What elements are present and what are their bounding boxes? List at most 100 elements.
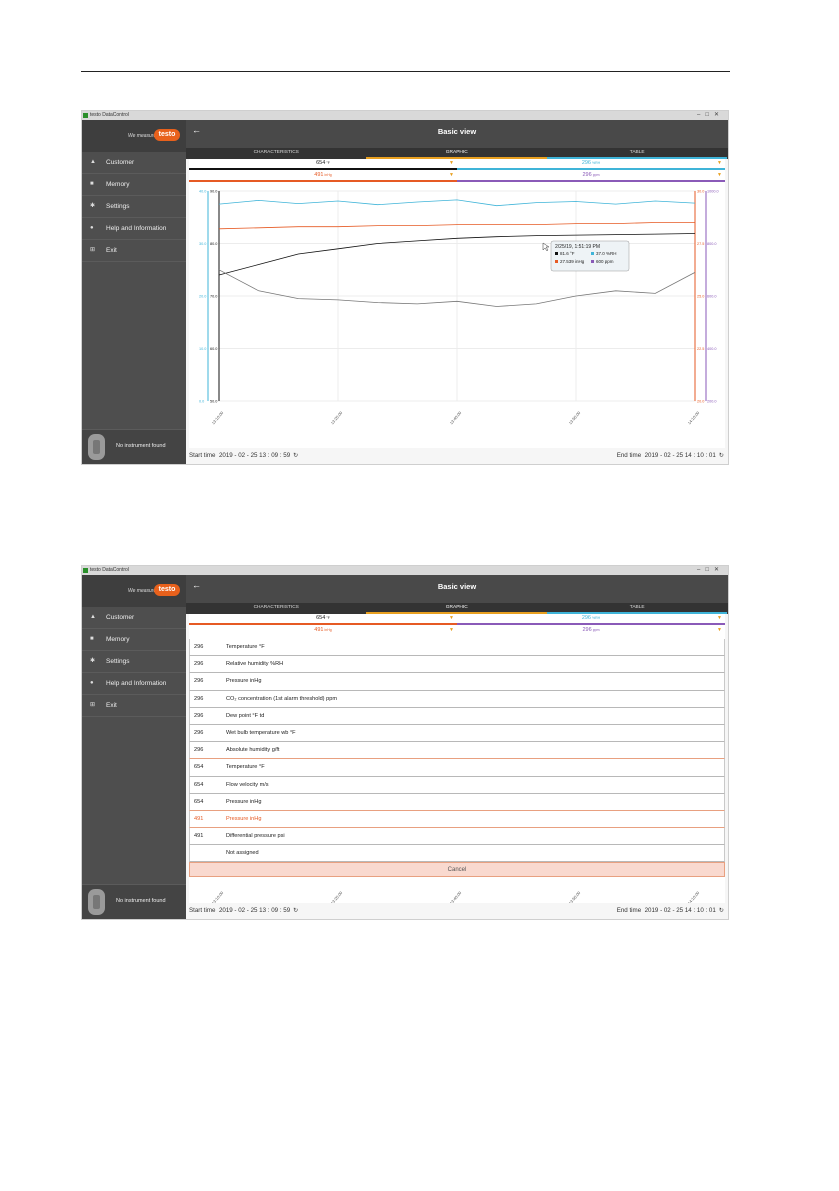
y-tick-label-temp: 80.0 bbox=[210, 242, 217, 246]
window-controls[interactable]: –□✕ bbox=[697, 111, 724, 120]
sidebar-item-settings[interactable]: ✱ Settings bbox=[82, 196, 186, 218]
sidebar-item-label: Settings bbox=[106, 203, 130, 210]
channel-label: Not assigned bbox=[226, 850, 259, 857]
list-item[interactable]: 296 CO₂ concentration (1st alarm threshol… bbox=[189, 690, 725, 708]
tab-table[interactable]: TABLE bbox=[546, 148, 728, 159]
chevron-down-icon[interactable]: ▼ bbox=[717, 626, 722, 635]
chevron-down-icon[interactable]: ▼ bbox=[717, 159, 722, 168]
sidebar-item-customer[interactable]: ▲ Customer bbox=[82, 607, 186, 629]
y-tick-label-rh: 0.0 bbox=[199, 400, 204, 404]
tab-table[interactable]: TABLE bbox=[546, 603, 728, 614]
list-item[interactable]: 654 Flow velocity m/s bbox=[189, 776, 725, 794]
page-top-rule bbox=[81, 71, 730, 72]
channel-label: Absolute humidity g/ft bbox=[226, 747, 280, 754]
chevron-down-icon[interactable]: ▼ bbox=[449, 614, 454, 623]
graphic-panel: 654°F ▼ 296%RH ▼ 491inHg ▼ 296ppm ▼ 296 T… bbox=[189, 614, 725, 903]
end-time-label: End time bbox=[616, 907, 642, 914]
measure-bar-bottom-right[interactable]: 296ppm ▼ bbox=[457, 626, 725, 637]
start-time-value: 2019 - 02 - 25 13 : 09 : 59 bbox=[218, 907, 291, 914]
start-time[interactable]: Start time 2019 - 02 - 25 13 : 09 : 59 ↻ bbox=[189, 903, 298, 919]
measure-bar-top-right[interactable]: 296%RH ▼ bbox=[457, 614, 725, 625]
sidebar-item-label: Help and Information bbox=[106, 225, 167, 232]
sidebar-item-help[interactable]: ● Help and Information bbox=[82, 673, 186, 695]
chevron-down-icon[interactable]: ▼ bbox=[449, 626, 454, 635]
channel-number: 491 bbox=[194, 815, 204, 822]
reset-icon[interactable]: ↻ bbox=[719, 452, 724, 459]
chevron-down-icon[interactable]: ▼ bbox=[717, 614, 722, 623]
sidebar-item-customer[interactable]: ▲ Customer bbox=[82, 152, 186, 174]
brand-logo: testo bbox=[154, 584, 180, 596]
end-time-label: End time bbox=[616, 452, 642, 459]
sidebar-item-memory[interactable]: ■ Memory bbox=[82, 174, 186, 196]
measure-value: 296 bbox=[581, 615, 591, 621]
sidebar-item-help[interactable]: ● Help and Information bbox=[82, 218, 186, 240]
line-chart[interactable]: 13:10:00 13:25:00 13:40:00 13:55:00 14:10:00… bbox=[189, 183, 725, 433]
list-item[interactable]: 296 Dew point °F td bbox=[189, 707, 725, 725]
x-tick-label: 13:10:00 bbox=[211, 410, 225, 426]
list-item-selected[interactable]: 491 Pressure inHg bbox=[189, 810, 725, 829]
sidebar-item-settings[interactable]: ✱ Settings bbox=[82, 651, 186, 673]
page-title: Basic view bbox=[437, 582, 477, 591]
time-footer: Start time 2019 - 02 - 25 13 : 09 : 59 ↻ … bbox=[186, 903, 728, 919]
instrument-status-text: No instrument found bbox=[116, 443, 166, 449]
channel-number: 654 bbox=[194, 764, 204, 771]
tab-graphic[interactable]: GRAPHIC bbox=[366, 603, 547, 614]
cancel-button[interactable]: Cancel bbox=[189, 862, 725, 878]
sidebar-item-label: Memory bbox=[106, 636, 130, 643]
tab-characteristics[interactable]: CHARACTERISTICS bbox=[186, 148, 366, 159]
list-item[interactable]: 654 Pressure inHg bbox=[189, 793, 725, 811]
list-item[interactable]: 491 Differential pressure psi bbox=[189, 828, 725, 846]
list-item[interactable]: 296 Absolute humidity g/ft bbox=[189, 742, 725, 760]
sidebar-item-memory[interactable]: ■ Memory bbox=[82, 629, 186, 651]
list-item[interactable]: 296 Relative humidity %RH bbox=[189, 656, 725, 674]
measure-bar-top-left[interactable]: 654°F ▼ bbox=[189, 614, 457, 625]
tooltip-swatch-rh bbox=[591, 252, 594, 255]
measure-bar-bottom-left[interactable]: 491inHg ▼ bbox=[189, 171, 457, 182]
chart-x-axis-strip: 13:10:00 13:25:00 13:40:00 13:55:00 14:10:00 bbox=[211, 890, 701, 903]
chevron-down-icon[interactable]: ▼ bbox=[449, 171, 454, 180]
chevron-down-icon[interactable]: ▼ bbox=[449, 159, 454, 168]
reset-icon[interactable]: ↻ bbox=[719, 907, 724, 914]
tab-bar: CHARACTERISTICS GRAPHIC TABLE bbox=[186, 603, 728, 614]
x-tick-label: 13:25:00 bbox=[330, 410, 344, 426]
window-titlebar: testo DataControl –□✕ bbox=[82, 566, 728, 575]
measure-value: 654 bbox=[316, 160, 326, 166]
window-controls[interactable]: –□✕ bbox=[697, 566, 724, 575]
end-time[interactable]: End time 2019 - 02 - 25 14 : 10 : 01 ↻ bbox=[617, 903, 724, 919]
list-item[interactable]: Not assigned bbox=[189, 845, 725, 863]
measure-bar-top-left[interactable]: 654°F ▼ bbox=[189, 159, 457, 170]
tooltip-date: 2/25/19, 1:51:19 PM bbox=[555, 244, 600, 250]
measure-bar-bottom-right[interactable]: 296ppm ▼ bbox=[457, 171, 725, 182]
tab-graphic[interactable]: GRAPHIC bbox=[366, 148, 547, 159]
measure-bar-top-right[interactable]: 296%RH ▼ bbox=[457, 159, 725, 170]
tooltip-temp: 81.6 °F bbox=[560, 251, 575, 256]
app-logo-icon bbox=[83, 113, 88, 118]
list-item[interactable]: 296 Pressure inHg bbox=[189, 673, 725, 691]
list-item[interactable]: 296 Wet bulb temperature wb °F bbox=[189, 724, 725, 743]
sidebar-item-label: Settings bbox=[106, 658, 130, 665]
measure-value: 654 bbox=[316, 615, 326, 621]
y-tick-label-rh: 40.0 bbox=[199, 190, 206, 194]
channel-number: 296 bbox=[194, 712, 204, 719]
channel-dropdown-list: 296 Temperature °F 296 Relative humidity %… bbox=[189, 639, 725, 878]
start-time[interactable]: Start time 2019 - 02 - 25 13 : 09 : 59 ↻ bbox=[189, 448, 298, 464]
end-time-value: 2019 - 02 - 25 14 : 10 : 01 bbox=[644, 452, 716, 459]
y-tick-label-temp: 70.0 bbox=[210, 295, 217, 299]
tab-characteristics[interactable]: CHARACTERISTICS bbox=[186, 603, 366, 614]
measure-unit: %RH bbox=[592, 161, 601, 165]
x-tick-label: 13:40:00 bbox=[449, 410, 463, 426]
end-time[interactable]: End time 2019 - 02 - 25 14 : 10 : 01 ↻ bbox=[617, 448, 724, 464]
y-tick-label-co2: 200.0 bbox=[707, 400, 717, 404]
list-item[interactable]: 654 Temperature °F bbox=[189, 759, 725, 777]
tab-bar: CHARACTERISTICS GRAPHIC TABLE bbox=[186, 148, 728, 159]
measure-bar-bottom-left[interactable]: 491inHg ▼ bbox=[189, 626, 457, 637]
sidebar-item-exit[interactable]: ⊞ Exit bbox=[82, 695, 186, 717]
chevron-down-icon[interactable]: ▼ bbox=[717, 171, 722, 180]
sidebar-item-exit[interactable]: ⊞ Exit bbox=[82, 240, 186, 262]
exit-icon: ⊞ bbox=[90, 247, 96, 253]
reset-icon[interactable]: ↻ bbox=[293, 452, 298, 459]
measure-unit: ppm bbox=[592, 173, 600, 177]
graphic-panel: 654°F ▼ 296%RH ▼ 491inHg ▼ 296ppm ▼ 13:1… bbox=[189, 159, 725, 448]
list-item[interactable]: 296 Temperature °F bbox=[189, 639, 725, 657]
reset-icon[interactable]: ↻ bbox=[293, 907, 298, 914]
